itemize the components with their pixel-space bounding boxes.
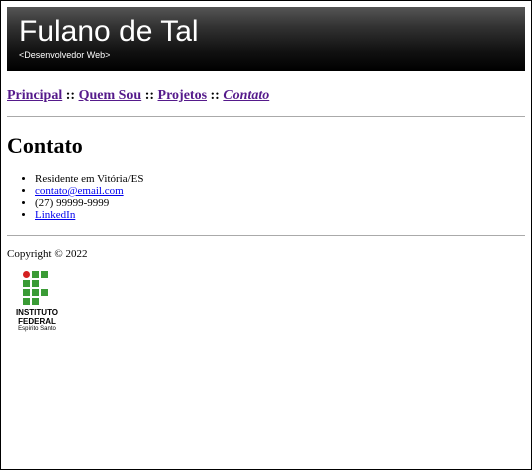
nav-separator: ::	[144, 88, 155, 103]
nav-link-quem-sou[interactable]: Quem Sou	[79, 88, 142, 103]
nav-link-contato[interactable]: Contato	[223, 88, 269, 103]
logo-red-dot	[23, 271, 30, 278]
logo-green-square	[41, 271, 48, 278]
logo-green-square	[32, 298, 39, 305]
logo-green-square	[23, 280, 30, 287]
header-banner: Fulano de Tal <Desenvolvedor Web>	[7, 7, 525, 71]
location-text: Residente em Vitória/ES	[35, 173, 144, 185]
ifes-logo-grid-icon	[23, 271, 49, 305]
email-link[interactable]: contato@email.com	[35, 185, 124, 197]
nav-link-projetos[interactable]: Projetos	[158, 88, 208, 103]
logo-text: INSTITUTO FEDERAL	[9, 308, 65, 326]
logo-green-square	[23, 298, 30, 305]
list-item-phone: (27) 99999-9999	[35, 197, 144, 209]
logo-green-square	[41, 289, 48, 296]
contact-list: Residente em Vitória/ES contato@email.co…	[7, 173, 144, 221]
list-item-email: contato@email.com	[35, 185, 144, 197]
list-item-linkedin: LinkedIn	[35, 209, 144, 221]
site-subtitle: <Desenvolvedor Web>	[19, 50, 111, 60]
nav-separator: ::	[210, 88, 220, 103]
linkedin-link[interactable]: LinkedIn	[35, 209, 75, 221]
site-title: Fulano de Tal	[19, 15, 199, 48]
logo-green-square	[32, 289, 39, 296]
list-item-location: Residente em Vitória/ES	[35, 173, 144, 185]
logo-green-square	[32, 271, 39, 278]
logo-green-square	[23, 289, 30, 296]
page-frame: Fulano de Tal <Desenvolvedor Web> Princi…	[0, 0, 532, 470]
page-heading: Contato	[7, 133, 83, 158]
logo-line-federal: FEDERAL	[18, 317, 56, 326]
nav-link-principal[interactable]: Principal	[7, 88, 62, 103]
phone-text: (27) 99999-9999	[35, 197, 110, 209]
main-nav: Principal :: Quem Sou :: Projetos :: Con…	[7, 88, 269, 104]
logo-green-square	[32, 280, 39, 287]
logo-line-instituto: INSTITUTO	[15, 308, 59, 317]
copyright-text: Copyright © 2022	[7, 248, 88, 260]
logo-state: Espírito Santo	[18, 326, 56, 332]
ifes-logo: INSTITUTO FEDERAL Espírito Santo	[9, 271, 65, 337]
divider-bottom	[7, 235, 525, 236]
divider-top	[7, 116, 525, 117]
nav-separator: ::	[65, 88, 76, 103]
